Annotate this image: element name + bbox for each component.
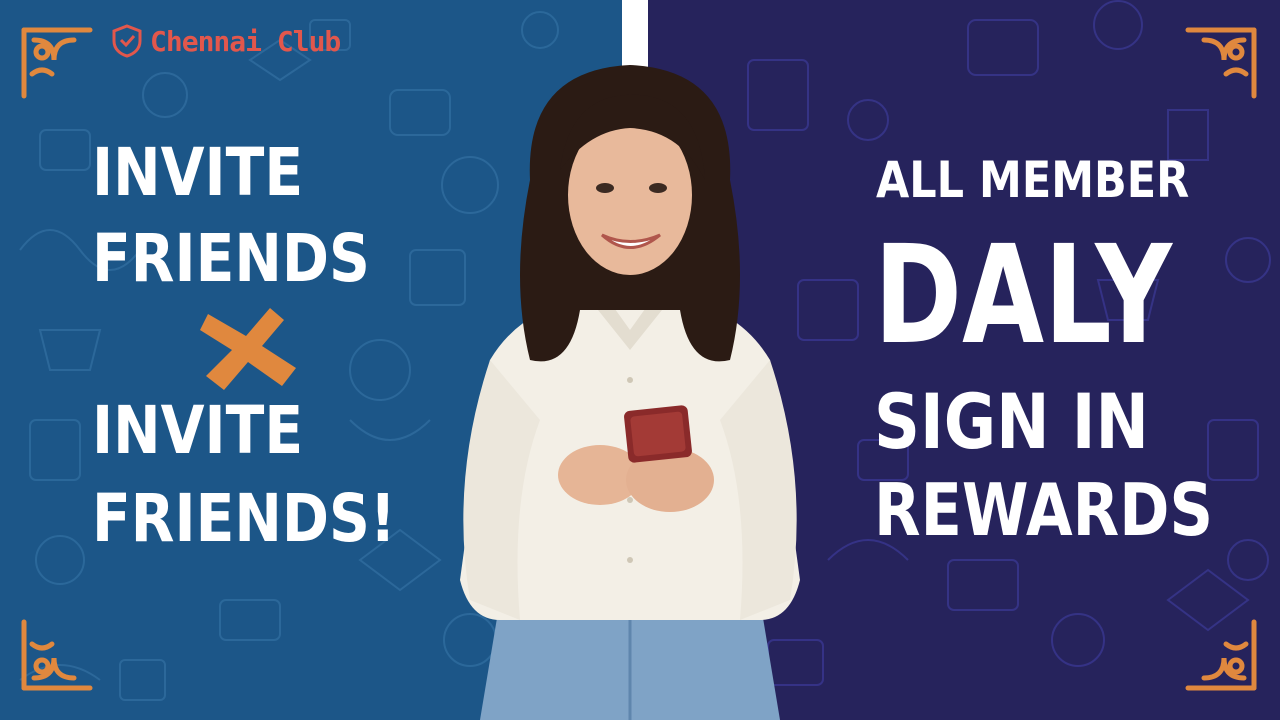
brand-logo[interactable]: Chennai Club xyxy=(110,24,341,58)
headline-friends-1: FRIENDS xyxy=(92,220,370,297)
shield-icon xyxy=(112,24,142,58)
headline-rewards: REWARDS xyxy=(874,468,1214,552)
woman-with-phone-image xyxy=(460,65,800,720)
corner-ornament-bottom-right xyxy=(1185,619,1257,691)
headline-invite-2: INVITE xyxy=(92,392,304,469)
headline-daly: DALY xyxy=(874,217,1173,375)
corner-ornament-top-left xyxy=(21,27,93,99)
cross-icon xyxy=(200,308,296,390)
corner-ornament-bottom-left xyxy=(21,619,93,691)
brand-name: Chennai Club xyxy=(150,24,341,58)
corner-ornament-top-right xyxy=(1185,27,1257,99)
headline-sign-in: SIGN IN xyxy=(874,377,1149,466)
headline-friends-2: FRIENDS! xyxy=(92,480,396,557)
headline-all-member: ALL MEMBER xyxy=(876,151,1190,209)
headline-invite-1: INVITE xyxy=(92,134,304,211)
